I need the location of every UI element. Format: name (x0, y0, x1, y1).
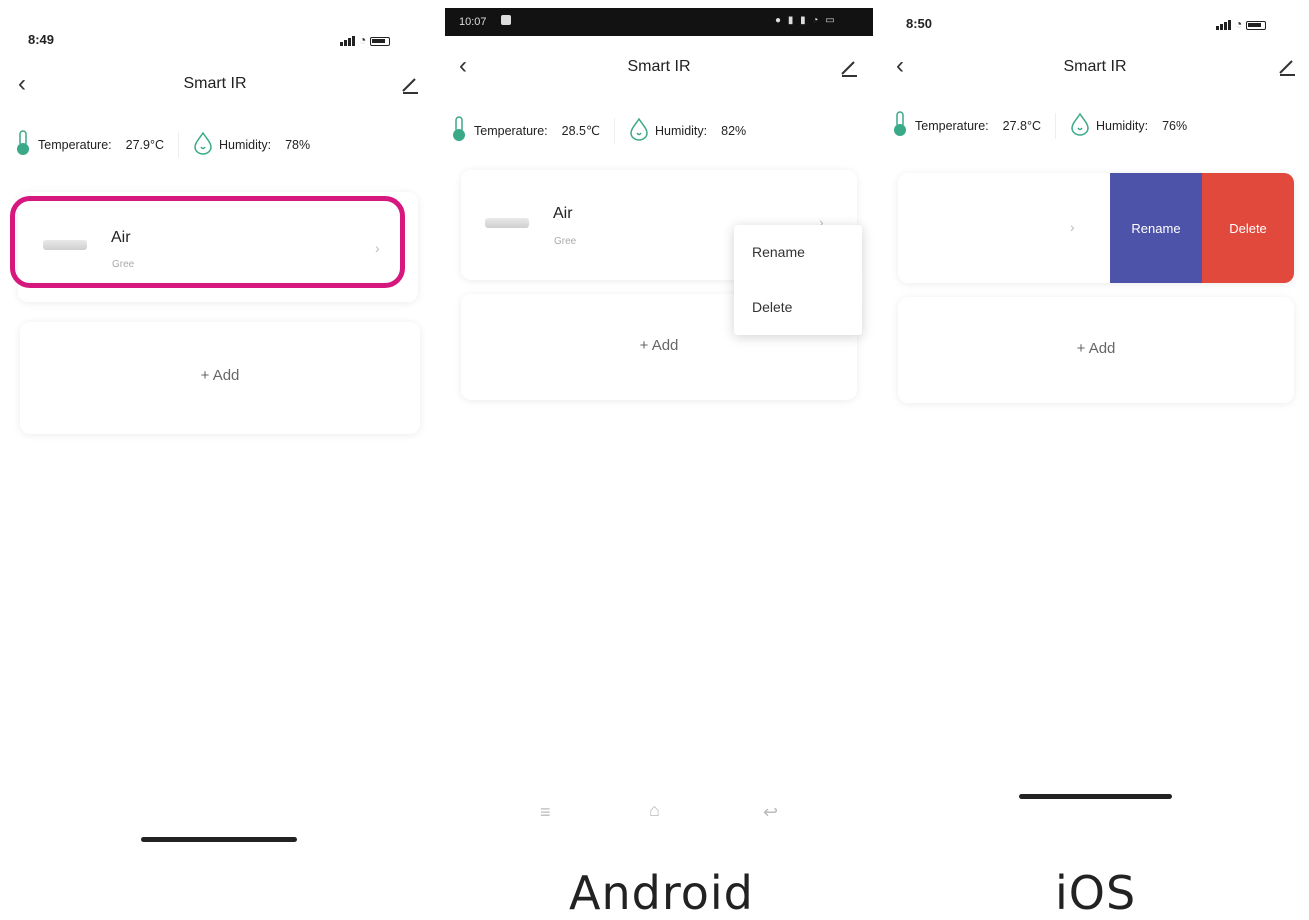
humidity-value: 78% (285, 137, 311, 152)
back-arrow-icon[interactable]: ‹ (896, 54, 904, 78)
back-arrow-icon[interactable]: ‹ (459, 54, 467, 78)
edit-pencil-icon[interactable] (400, 75, 420, 95)
add-card[interactable]: + Add (20, 322, 420, 434)
battery-icon (370, 37, 391, 46)
notification-icon (501, 15, 511, 25)
recent-apps-icon[interactable]: ≡ (540, 802, 551, 823)
wifi-icon: ◔ (359, 33, 367, 47)
signal-icon (1216, 20, 1231, 30)
water-drop-icon (629, 117, 649, 144)
status-icons: ● ▮ ▮ ◔ ▭ (775, 15, 837, 26)
divider (614, 117, 616, 144)
home-indicator (141, 837, 297, 842)
humidity-label: Humidity: (655, 123, 708, 138)
chevron-right-icon: › (375, 240, 380, 256)
humidity-label: Humidity: (1096, 118, 1149, 133)
swipe-delete-button[interactable]: Delete (1202, 173, 1294, 283)
add-label: + Add (200, 367, 240, 384)
water-drop-icon (1070, 112, 1090, 139)
android-status-bar: 10:07 ● ▮ ▮ ◔ ▭ (445, 8, 873, 36)
page-title: Smart IR (627, 58, 691, 75)
temperature-label: Temperature: (38, 137, 112, 152)
device-name: Air (111, 229, 131, 246)
thermometer-icon (14, 130, 32, 159)
temperature-value: 27.9°C (125, 137, 165, 152)
divider (178, 131, 180, 158)
temperature-label: Temperature: (915, 118, 989, 133)
air-conditioner-icon (43, 240, 87, 250)
environment-row: Temperature: 27.9°C Humidity: 78% (14, 130, 310, 159)
add-card[interactable]: + Add (898, 297, 1294, 403)
device-card[interactable]: Air Gree › (10, 196, 405, 288)
add-label: + Add (1076, 340, 1116, 357)
device-brand: Gree (112, 259, 135, 270)
signal-icon (340, 36, 355, 46)
menu-item-delete[interactable]: Delete (752, 299, 792, 315)
battery-icon (1246, 21, 1267, 30)
page-title: Smart IR (1063, 58, 1127, 75)
status-icons: ◔ (340, 33, 391, 47)
environment-row: Temperature: 28.5℃ Humidity: 82% (450, 116, 746, 145)
context-menu: Rename Delete (734, 225, 862, 335)
menu-item-rename[interactable]: Rename (752, 244, 805, 260)
humidity-value: 82% (721, 123, 747, 138)
humidity-label: Humidity: (219, 137, 272, 152)
air-conditioner-icon (485, 218, 529, 228)
status-time: 8:49 (28, 32, 55, 47)
temperature-value: 28.5℃ (561, 124, 601, 138)
device-name: Air (553, 205, 573, 222)
back-nav-icon[interactable]: ↩ (763, 802, 778, 823)
environment-row: Temperature: 27.8°C Humidity: 76% (891, 111, 1187, 140)
home-icon[interactable]: ⌂ (649, 800, 660, 821)
add-label: + Add (639, 337, 679, 354)
home-indicator (1019, 794, 1172, 799)
status-time: 8:50 (906, 16, 933, 31)
status-icons: ◔ (1216, 17, 1267, 31)
platform-caption: Android (569, 866, 754, 920)
page-title: Smart IR (183, 75, 247, 92)
platform-caption: iOS (1055, 866, 1137, 920)
thermometer-icon (450, 116, 468, 145)
screen-ios-swipe: 8:50 ◔ ‹ Smart IR Temperature: 27.8°C Hu… (888, 0, 1309, 920)
wifi-icon: ◔ (1235, 17, 1243, 31)
temperature-value: 27.8°C (1002, 118, 1042, 133)
thermometer-icon (891, 111, 909, 140)
device-card-swiped[interactable]: › Rename Delete (898, 173, 1294, 283)
swipe-rename-button[interactable]: Rename (1110, 173, 1202, 283)
status-time: 10:07 (459, 16, 487, 28)
back-arrow-icon[interactable]: ‹ (18, 72, 26, 96)
screen-android: 10:07 ● ▮ ▮ ◔ ▭ ‹ Smart IR Temperature: … (445, 0, 873, 920)
divider (1055, 112, 1057, 139)
device-brand: Gree (554, 236, 577, 247)
chevron-right-icon: › (1070, 219, 1075, 235)
water-drop-icon (193, 131, 213, 158)
screen-ios-highlight: 8:49 ◔ ‹ Smart IR Temperature: 27.9°C Hu… (0, 0, 430, 920)
humidity-value: 76% (1162, 118, 1188, 133)
temperature-label: Temperature: (474, 123, 548, 138)
edit-pencil-icon[interactable] (839, 58, 859, 78)
edit-pencil-icon[interactable] (1277, 57, 1297, 77)
